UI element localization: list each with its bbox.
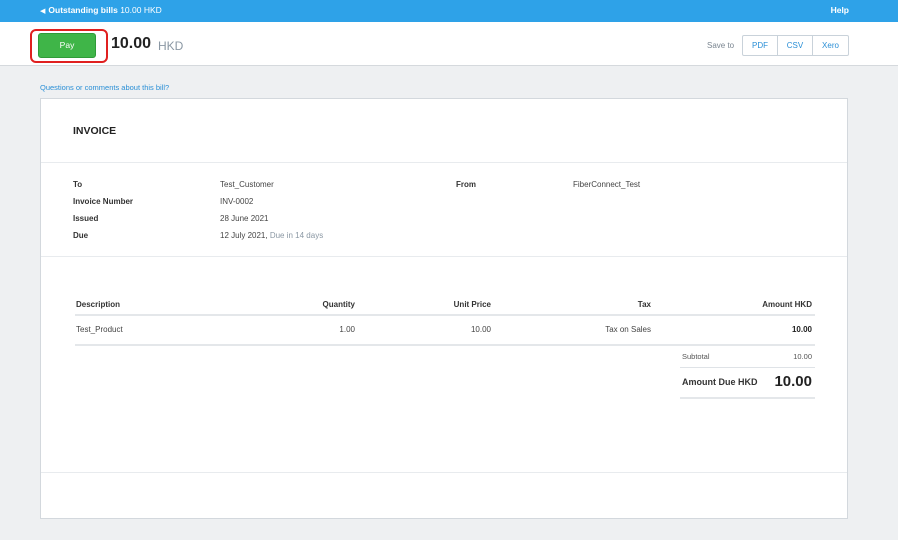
back-link-amount: 10.00 HKD bbox=[120, 5, 162, 15]
questions-link[interactable]: Questions or comments about this bill? bbox=[40, 83, 169, 92]
pay-button[interactable]: Pay bbox=[38, 33, 96, 58]
back-to-outstanding-bills-link[interactable]: ◀ Outstanding bills 10.00 HKD bbox=[40, 5, 162, 15]
issued-label: Issued bbox=[73, 214, 99, 223]
amount-due-value: 10.00 bbox=[774, 373, 812, 390]
due-label: Due bbox=[73, 231, 89, 240]
save-pdf-button[interactable]: PDF bbox=[742, 35, 778, 56]
due-value: 12 July 2021, Due in 14 days bbox=[220, 231, 323, 240]
row-unit-price: 10.00 bbox=[470, 325, 491, 334]
table-header-rule bbox=[75, 314, 815, 316]
row-tax: Tax on Sales bbox=[605, 325, 651, 334]
back-link-label: Outstanding bills bbox=[48, 5, 118, 15]
divider bbox=[41, 256, 847, 257]
chevron-left-icon: ◀ bbox=[40, 8, 46, 15]
divider bbox=[41, 162, 847, 163]
column-header-description: Description bbox=[76, 300, 121, 309]
due-date: 12 July 2021, bbox=[220, 231, 268, 240]
column-header-unit-price: Unit Price bbox=[453, 300, 491, 309]
bill-currency: HKD bbox=[158, 39, 184, 53]
bill-amount: 10.00 bbox=[111, 35, 152, 52]
issued-value: 28 June 2021 bbox=[220, 214, 269, 223]
from-label: From bbox=[456, 180, 476, 189]
row-description: Test_Product bbox=[76, 325, 123, 334]
row-quantity: 1.00 bbox=[339, 325, 355, 334]
to-value: Test_Customer bbox=[220, 180, 274, 189]
to-label: To bbox=[73, 180, 83, 189]
invoice-number-label: Invoice Number bbox=[73, 197, 134, 206]
save-xero-button[interactable]: Xero bbox=[812, 35, 849, 56]
invoice-title: INVOICE bbox=[73, 125, 117, 137]
bill-header: Pay 10.00 HKD Save to PDF CSV Xero bbox=[0, 22, 898, 66]
due-note: Due in 14 days bbox=[269, 231, 324, 240]
column-header-amount: Amount HKD bbox=[762, 300, 812, 309]
top-bar: ◀ Outstanding bills 10.00 HKD Help bbox=[0, 0, 898, 22]
help-link[interactable]: Help bbox=[831, 5, 849, 15]
subtotal-label: Subtotal bbox=[682, 352, 710, 361]
column-header-quantity: Quantity bbox=[322, 300, 355, 309]
amount-due-rule bbox=[680, 397, 815, 399]
invoice-number-value: INV-0002 bbox=[220, 197, 254, 206]
subtotal-rule bbox=[680, 367, 815, 368]
invoice-card: INVOICE To Invoice Number Issued Due Tes… bbox=[40, 98, 848, 519]
divider bbox=[41, 472, 847, 473]
subtotal-value: 10.00 bbox=[793, 352, 812, 361]
column-header-tax: Tax bbox=[637, 300, 651, 309]
save-to-label: Save to bbox=[707, 41, 735, 50]
table-row-rule bbox=[75, 344, 815, 346]
save-csv-button[interactable]: CSV bbox=[777, 35, 813, 56]
from-value: FiberConnect_Test bbox=[573, 180, 641, 189]
row-amount: 10.00 bbox=[791, 325, 812, 334]
